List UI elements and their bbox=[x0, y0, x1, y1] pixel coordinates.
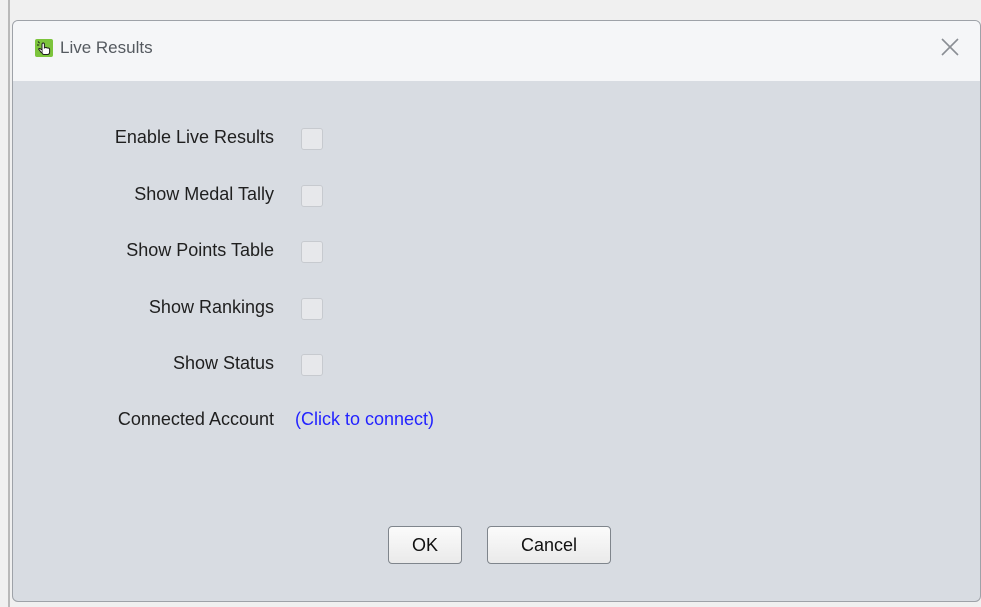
close-button[interactable] bbox=[938, 35, 962, 59]
show-points-table-label: Show Points Table bbox=[126, 240, 274, 260]
show-rankings-label: Show Rankings bbox=[148, 297, 274, 317]
show-status-checkbox[interactable] bbox=[301, 354, 323, 376]
show-medal-tally-label: Show Medal Tally bbox=[134, 184, 274, 204]
connected-account-label: Connected Account bbox=[117, 409, 274, 429]
enable-live-results-checkbox[interactable] bbox=[301, 128, 323, 150]
show-points-table-checkbox[interactable] bbox=[301, 241, 323, 263]
close-icon bbox=[941, 38, 959, 56]
dialog-title: Live Results bbox=[60, 38, 153, 57]
show-medal-tally-checkbox[interactable] bbox=[301, 185, 323, 207]
connect-account-link[interactable]: (Click to connect) bbox=[295, 409, 434, 430]
live-results-dialog: Live Results Enable Live Results Show Me… bbox=[12, 20, 981, 602]
show-rankings-checkbox[interactable] bbox=[301, 298, 323, 320]
cancel-button[interactable]: Cancel bbox=[487, 526, 611, 564]
enable-live-results-label: Enable Live Results bbox=[114, 127, 274, 147]
ok-button[interactable]: OK bbox=[388, 526, 462, 564]
show-status-label: Show Status bbox=[172, 353, 274, 373]
background-window-edge bbox=[8, 0, 10, 607]
dialog-title-bar[interactable]: Live Results bbox=[13, 21, 980, 81]
hand-pointer-icon bbox=[35, 39, 53, 57]
